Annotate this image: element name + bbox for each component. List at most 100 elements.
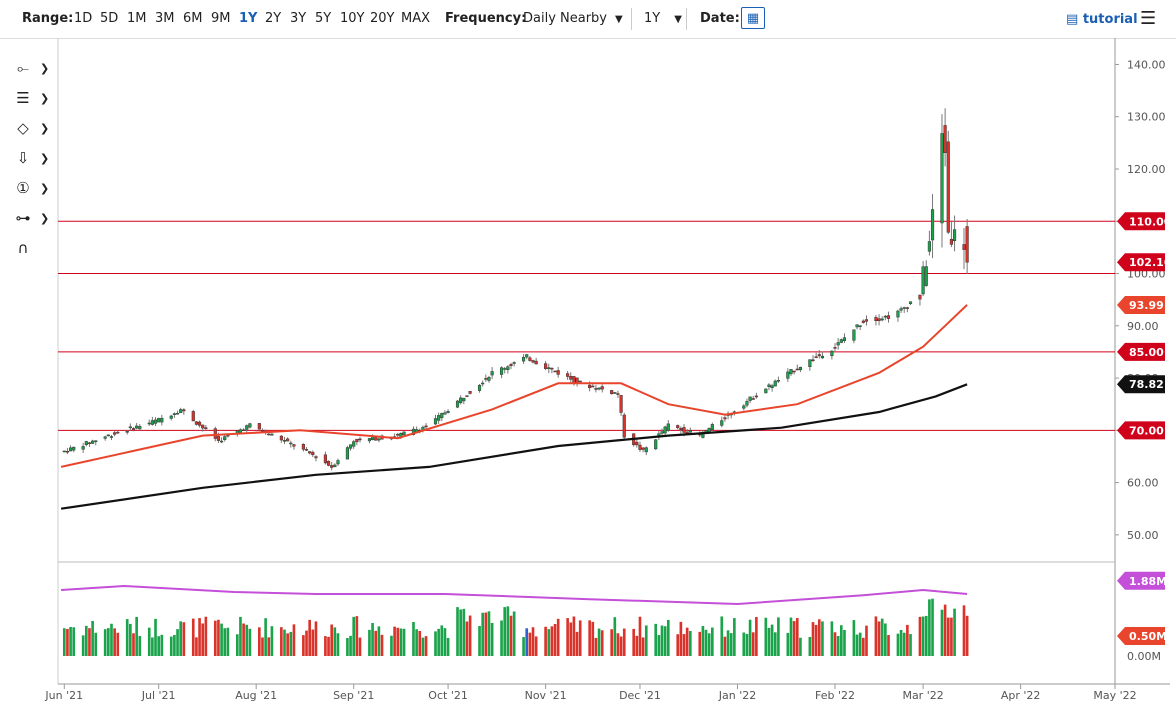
price-tick-label: 130.00 [1127,111,1166,124]
volume-bar [931,598,934,656]
range-9m-button[interactable]: 9M [211,11,231,26]
range-2y-button[interactable]: 2Y [265,11,281,26]
volume-bar [547,629,551,656]
candle-body [908,301,913,304]
candle-body [641,447,645,450]
calendar-button[interactable]: ▦ [741,7,765,29]
candle-body [455,400,460,408]
volume-bar [327,636,330,656]
volume-bar [918,616,922,656]
volume-bar [622,628,626,656]
range-20y-button[interactable]: 20Y [370,11,394,26]
tutorial-link[interactable]: ▤ tutorial [1066,12,1138,27]
volume-bar [270,626,274,656]
candle-body [503,368,507,370]
candle-body [534,360,538,365]
volume-bar [789,617,793,656]
volume-bar [283,629,286,656]
volume-bar [443,628,447,656]
range-1m-button[interactable]: 1M [127,11,147,26]
chevron-down-icon: ▼ [615,14,623,25]
candle-body [883,315,887,318]
price-label: 85.00 [1129,346,1164,359]
candle-body [116,431,120,434]
hamburger-menu-icon[interactable]: ☰ [1140,8,1156,29]
candle-body [286,438,290,442]
volume-bar [946,617,950,656]
candle-body [87,442,92,444]
price-label: 93.99 [1129,299,1164,312]
volume-bar [421,637,425,656]
price-label: 102.16 [1129,256,1172,269]
candle-body [279,435,283,441]
volume-bar [531,627,535,656]
price-chart[interactable]: 140.00130.00120.00110.00100.0090.0080.00… [0,38,1176,707]
range-10y-button[interactable]: 10Y [340,11,364,26]
range-1d-button[interactable]: 1D [74,11,92,26]
volume-bar [821,621,824,656]
volume-bar [921,616,925,656]
volume-bar [666,619,670,656]
volume-bar [534,636,538,656]
volume-label: 0.50M [1129,630,1167,643]
volume-bar [258,627,261,656]
volume-bar [261,637,264,656]
volume-bar [125,619,129,656]
volume-bar [855,634,859,656]
volume-bar [393,626,396,656]
candle-body [103,436,107,439]
candle-body [748,396,752,401]
range-1y-button[interactable]: 1Y [239,11,257,26]
candle-body [770,385,774,389]
volume-bar [654,623,658,656]
candle-body [194,421,198,425]
time-tick-label: Aug '21 [235,689,277,702]
period-dropdown[interactable]: 1Y ▼ [644,11,682,26]
candle-body [833,347,837,349]
candle-body [345,447,349,460]
volume-bar [81,635,85,656]
candle-body [352,441,356,447]
candle-body [600,386,604,390]
volume-bar [88,628,91,656]
candle-body [886,315,891,319]
frequency-dropdown[interactable]: Daily Nearby ▼ [523,11,623,26]
range-3y-button[interactable]: 3Y [290,11,306,26]
volume-bar [591,621,595,656]
candle-body [531,360,535,363]
range-5y-button[interactable]: 5Y [315,11,331,26]
candle-body [267,433,271,436]
candle-body [314,456,318,459]
candle-body [336,460,340,465]
volume-bar [950,617,953,656]
candle-body [679,428,683,430]
candle-body [153,419,158,424]
range-6m-button[interactable]: 6M [183,11,203,26]
volume-bar [729,633,733,656]
volume-bar [478,625,481,656]
volume-bar [940,609,944,656]
volume-bar [465,621,469,656]
volume-bar [550,626,554,656]
volume-bar [575,631,579,656]
candle-body [402,431,406,435]
range-5d-button[interactable]: 5D [100,11,118,26]
range-max-button[interactable]: MAX [401,11,430,26]
time-tick-label: May '22 [1093,689,1136,702]
candle-body [795,368,799,371]
candle-body [644,447,648,453]
time-tick-label: Mar '22 [902,689,943,702]
volume-bar [830,621,834,656]
candle-body [525,354,529,358]
volume-bar [525,628,529,656]
candle-body [175,412,180,415]
candle-body [245,425,249,430]
volume-bar [701,626,705,656]
candle-body [842,337,847,341]
volume-bar [808,636,812,656]
candle-body [588,384,592,389]
volume-bar [459,609,462,656]
candle-body [468,391,472,394]
range-3m-button[interactable]: 3M [155,11,175,26]
volume-bar [462,608,466,656]
